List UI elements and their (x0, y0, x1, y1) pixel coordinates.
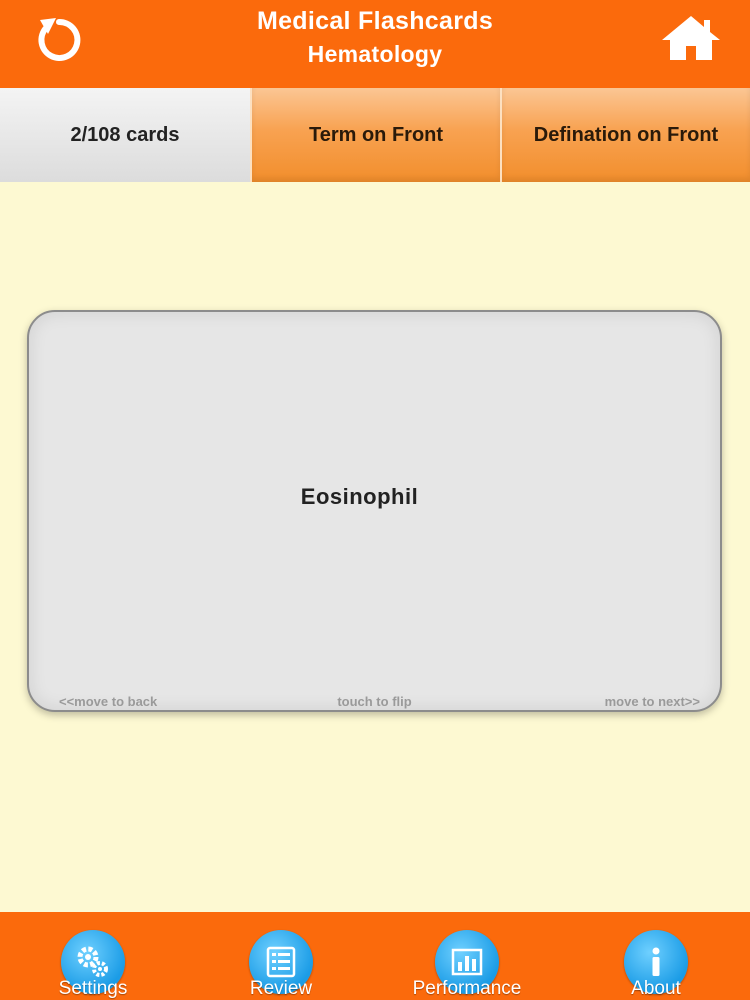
card-term: Eosinophil (300, 484, 419, 509)
tab-performance[interactable]: Performance (387, 912, 547, 1000)
definition-on-front-button[interactable]: Defination on Front (500, 88, 750, 182)
move-to-next-hint[interactable]: move to next>> (605, 694, 700, 709)
home-icon[interactable] (660, 14, 722, 62)
tab-settings[interactable]: Settings (13, 912, 173, 1000)
mode-segment-bar: 2/108 cards Term on Front Defination on … (0, 88, 750, 182)
tab-review-label: Review (249, 978, 313, 999)
tab-review[interactable]: Review (201, 912, 361, 1000)
header-bar: Medical Flashcards Hematology (0, 0, 750, 88)
app-title: Medical Flashcards (256, 7, 494, 35)
flashcard[interactable]: Eosinophil <<move to back touch to flip … (27, 310, 722, 712)
tab-settings-label: Settings (58, 978, 128, 999)
bottom-tab-bar: Settings Review Performance About (0, 912, 750, 1000)
refresh-back-icon[interactable] (32, 12, 86, 66)
card-count: 2/108 cards (0, 88, 250, 182)
tab-performance-label: Performance (412, 978, 522, 999)
tab-about[interactable]: About (576, 912, 736, 1000)
tab-about-label: About (631, 978, 681, 999)
header-titles: Medical Flashcards Hematology (150, 5, 600, 71)
category-subtitle: Hematology (307, 41, 443, 67)
term-on-front-button[interactable]: Term on Front (250, 88, 500, 182)
